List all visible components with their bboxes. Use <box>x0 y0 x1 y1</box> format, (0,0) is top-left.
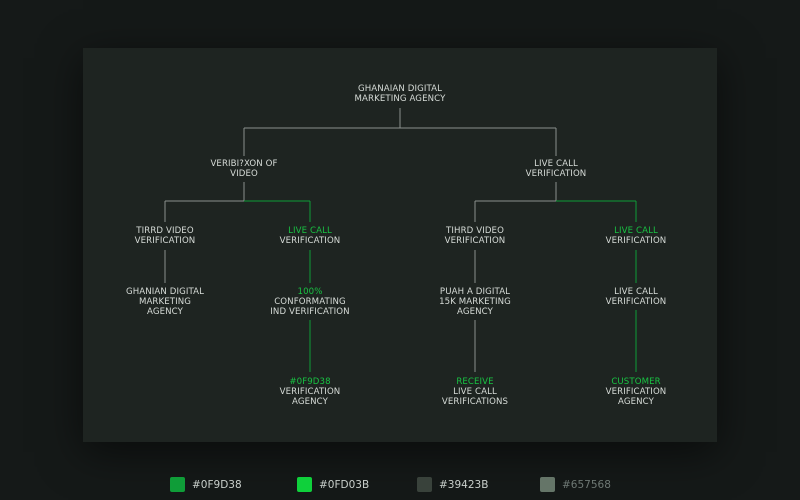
node-line: TIHRD VIDEO <box>446 226 504 236</box>
node-line: VERIFICATION <box>605 236 667 246</box>
node-l2-a: TIRRD VIDEO VERIFICATION <box>90 226 240 246</box>
node-line: VERIFICATION <box>444 236 506 246</box>
node-line: VERIFICATION <box>279 387 341 397</box>
node-root-line-1: GHANAIAN DIGITAL <box>357 84 443 94</box>
node-l4-c: RECEIVE LIVE CALL VERIFICATIONS <box>400 377 550 407</box>
node-root: GHANAIAN DIGITAL MARKETING AGENCY <box>325 84 475 104</box>
node-line: CONFORMATING <box>274 297 346 307</box>
node-l4-d: CUSTOMER VERIFICATION AGENCY <box>561 377 711 407</box>
node-l2-b: LIVE CALL VERIFICATION <box>235 226 385 246</box>
node-line: MARKETING <box>138 297 192 307</box>
node-l2-c: TIHRD VIDEO VERIFICATION <box>400 226 550 246</box>
node-line: GHANIAN DIGITAL <box>125 287 205 297</box>
legend-item-mid-gray: #657568 <box>540 477 611 492</box>
node-line: VERIFICATION <box>605 297 667 307</box>
node-line: VERIFICATION <box>605 387 667 397</box>
node-l3-c: PUAH A DIGITAL 15K MARKETING AGENCY <box>400 287 550 317</box>
node-line: LIVE CALL <box>614 287 658 297</box>
node-line-highlight: #0F9D38 <box>289 377 331 387</box>
node-line: AGENCY <box>147 307 183 317</box>
node-l3-a: GHANIAN DIGITAL MARKETING AGENCY <box>90 287 240 317</box>
color-swatch <box>417 477 432 492</box>
node-line: VERIFICATION <box>525 169 587 179</box>
legend-label: #657568 <box>562 478 611 491</box>
node-root-line-2: MARKETING AGENCY <box>354 94 446 104</box>
node-line-highlight: LIVE CALL <box>288 226 332 236</box>
legend-item-primary-green: #0F9D38 <box>170 477 242 492</box>
node-line: TIRRD VIDEO <box>136 226 194 236</box>
color-swatch <box>540 477 555 492</box>
node-line: 15K MARKETING <box>439 297 511 307</box>
node-line: VERIFICATIONS <box>441 397 509 407</box>
connector-lines <box>164 108 637 372</box>
node-line: IND VERIFICATION <box>270 307 350 317</box>
node-line: VERIFICATION <box>279 236 341 246</box>
node-line: AGENCY <box>618 397 654 407</box>
node-l3-b: 100% CONFORMATING IND VERIFICATION <box>235 287 385 317</box>
node-line: LIVE CALL <box>453 387 497 397</box>
legend-item-bright-green: #0FD03B <box>297 477 369 492</box>
node-l2-d: LIVE CALL VERIFICATION <box>561 226 711 246</box>
node-line-highlight: 100% <box>297 287 323 297</box>
node-line: PUAH A DIGITAL <box>439 287 511 297</box>
node-line: VERIBI?XON OF <box>210 159 278 169</box>
node-line: AGENCY <box>457 307 493 317</box>
node-l4-b: #0F9D38 VERIFICATION AGENCY <box>235 377 385 407</box>
node-line: LIVE CALL <box>534 159 578 169</box>
legend-label: #39423B <box>439 478 489 491</box>
node-line: AGENCY <box>292 397 328 407</box>
node-line-highlight: CUSTOMER <box>611 377 661 387</box>
node-line-highlight: LIVE CALL <box>614 226 658 236</box>
legend-item-dark-gray: #39423B <box>417 477 488 492</box>
node-live-call-verification: LIVE CALL VERIFICATION <box>481 159 631 179</box>
color-swatch <box>297 477 312 492</box>
node-line: VERIFICATION <box>134 236 196 246</box>
node-line: VIDEO <box>230 169 258 179</box>
legend-label: #0FD03B <box>319 478 370 491</box>
color-swatch <box>170 477 185 492</box>
node-video-verification: VERIBI?XON OF VIDEO <box>169 159 319 179</box>
node-line-highlight: RECEIVE <box>456 377 494 387</box>
node-l3-d: LIVE CALL VERIFICATION <box>561 287 711 307</box>
legend-label: #0F9D38 <box>192 478 242 491</box>
